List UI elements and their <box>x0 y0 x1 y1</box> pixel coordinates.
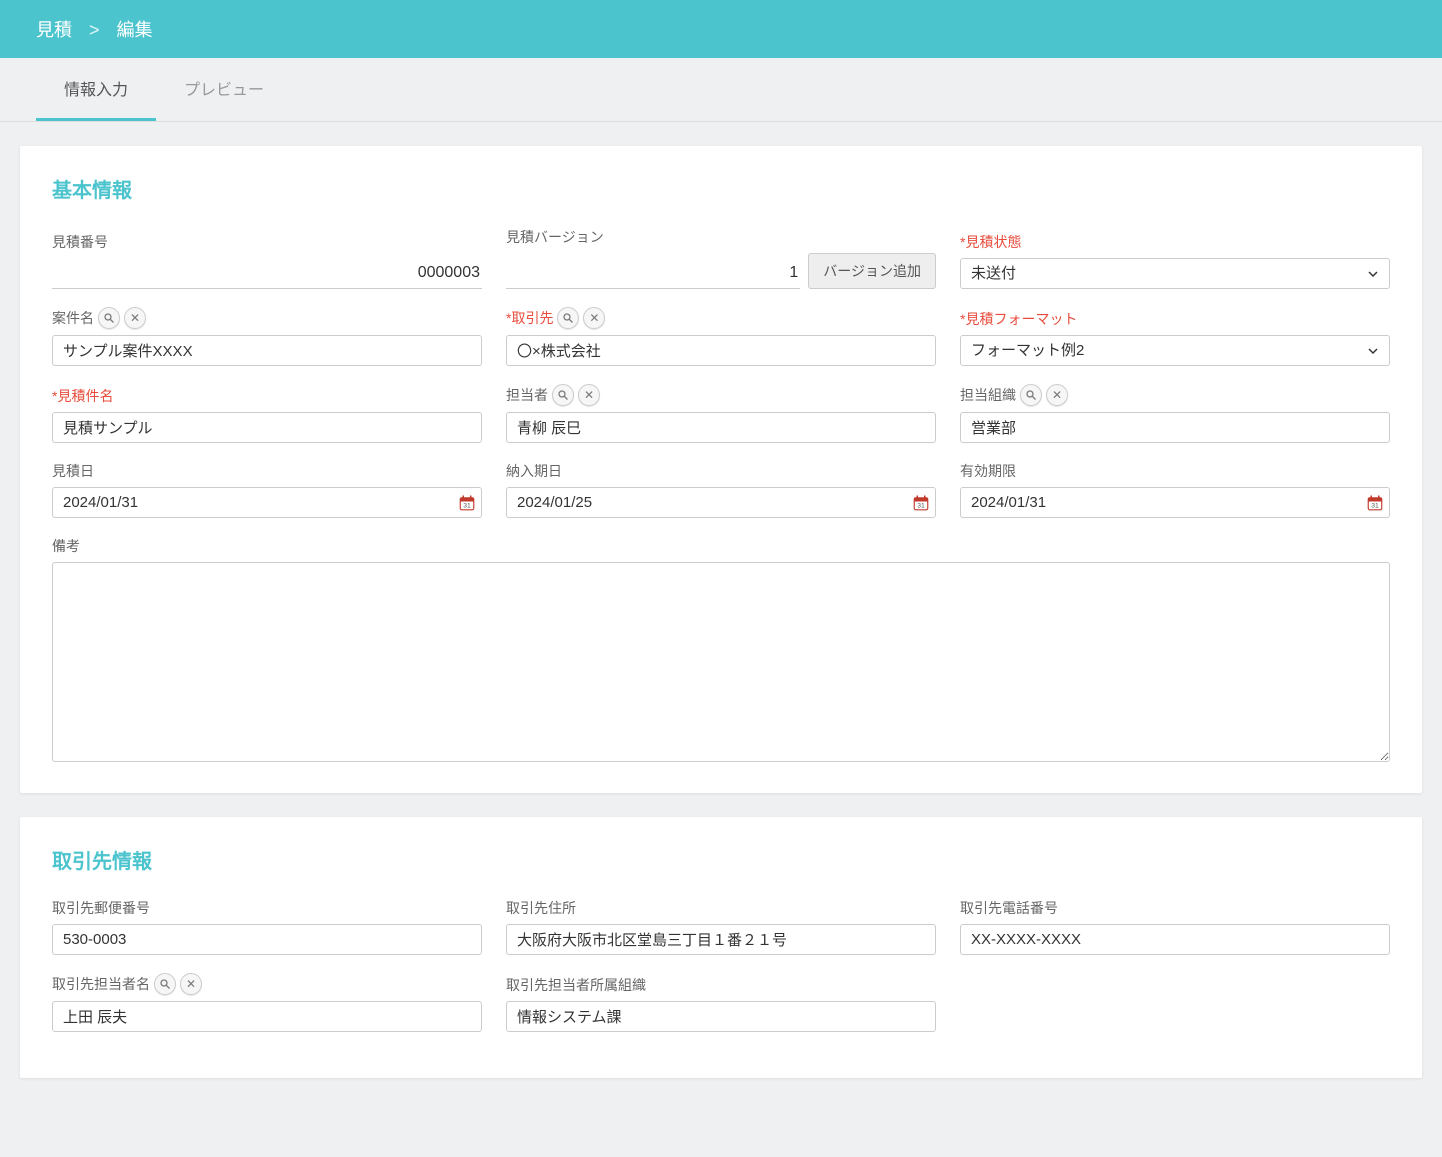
status-label: *見積状態 <box>960 232 1390 252</box>
calendar-icon[interactable] <box>908 487 936 518</box>
search-icon[interactable] <box>98 307 120 329</box>
contact-org-input[interactable] <box>506 1001 936 1032</box>
basic-info-title: 基本情報 <box>52 174 1390 203</box>
estimate-date-label: 見積日 <box>52 461 482 481</box>
tabs: 情報入力 プレビュー <box>0 58 1442 122</box>
address-label: 取引先住所 <box>506 898 936 918</box>
basic-info-card: 基本情報 見積番号 見積バージョン バージョン追加 *見積状態 未送付 案件名 <box>20 146 1422 793</box>
estimate-no-input[interactable] <box>52 258 482 289</box>
zip-label: 取引先郵便番号 <box>52 898 482 918</box>
estimate-name-label: *見積件名 <box>52 386 482 406</box>
zip-input[interactable] <box>52 924 482 955</box>
contact-input[interactable] <box>52 1001 482 1032</box>
breadcrumb-sep: > <box>89 20 100 40</box>
person-label: 担当者 ✕ <box>506 384 936 406</box>
search-icon[interactable] <box>552 384 574 406</box>
remarks-textarea[interactable] <box>52 562 1390 762</box>
client-label: *取引先 ✕ <box>506 307 936 329</box>
address-input[interactable] <box>506 924 936 955</box>
phone-label: 取引先電話番号 <box>960 898 1390 918</box>
clear-icon[interactable]: ✕ <box>180 973 202 995</box>
clear-icon[interactable]: ✕ <box>583 307 605 329</box>
estimate-date-input[interactable] <box>52 487 454 518</box>
search-icon[interactable] <box>557 307 579 329</box>
client-info-title: 取引先情報 <box>52 845 1390 874</box>
project-label: 案件名 ✕ <box>52 307 482 329</box>
version-input[interactable] <box>506 258 800 289</box>
tab-info[interactable]: 情報入力 <box>36 58 156 121</box>
status-select[interactable]: 未送付 <box>960 258 1390 289</box>
expiry-label: 有効期限 <box>960 461 1390 481</box>
breadcrumb-current: 編集 <box>117 20 153 40</box>
project-input[interactable] <box>52 335 482 366</box>
breadcrumb: 見積 > 編集 <box>0 0 1442 58</box>
search-icon[interactable] <box>154 973 176 995</box>
calendar-icon[interactable] <box>1362 487 1390 518</box>
clear-icon[interactable]: ✕ <box>124 307 146 329</box>
remarks-label: 備考 <box>52 536 1390 556</box>
expiry-input[interactable] <box>960 487 1362 518</box>
search-icon[interactable] <box>1020 384 1042 406</box>
format-label: *見積フォーマット <box>960 309 1390 329</box>
client-input[interactable] <box>506 335 936 366</box>
org-input[interactable] <box>960 412 1390 443</box>
tab-preview[interactable]: プレビュー <box>156 58 292 121</box>
contact-org-label: 取引先担当者所属組織 <box>506 975 936 995</box>
breadcrumb-root[interactable]: 見積 <box>36 20 72 40</box>
clear-icon[interactable]: ✕ <box>578 384 600 406</box>
delivery-date-label: 納入期日 <box>506 461 936 481</box>
org-label: 担当組織 ✕ <box>960 384 1390 406</box>
estimate-name-input[interactable] <box>52 412 482 443</box>
version-add-button[interactable]: バージョン追加 <box>808 253 936 289</box>
clear-icon[interactable]: ✕ <box>1046 384 1068 406</box>
contact-label: 取引先担当者名 ✕ <box>52 973 482 995</box>
version-label: 見積バージョン <box>506 227 936 247</box>
format-select[interactable]: フォーマット例2 <box>960 335 1390 366</box>
delivery-date-input[interactable] <box>506 487 908 518</box>
person-input[interactable] <box>506 412 936 443</box>
estimate-no-label: 見積番号 <box>52 232 482 252</box>
phone-input[interactable] <box>960 924 1390 955</box>
calendar-icon[interactable] <box>454 487 482 518</box>
client-info-card: 取引先情報 取引先郵便番号 取引先住所 取引先電話番号 取引先担当者名 ✕ <box>20 817 1422 1078</box>
